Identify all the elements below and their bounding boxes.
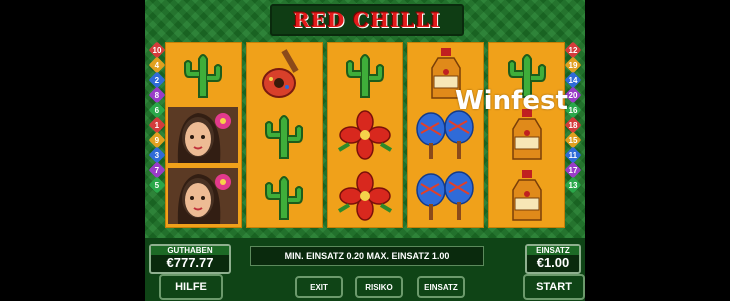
control-panel: GUTHABEN €777.77 MIN. EINSATZ 0.20 MAX. … (145, 238, 585, 301)
stake-label: EINSATZ (527, 246, 579, 255)
reel-1 (165, 42, 242, 228)
watermark: Winfest (455, 86, 568, 116)
game-title: RED CHILLI (293, 8, 441, 32)
game-stage: RED CHILLI 10 4 2 8 6 1 9 3 7 5 12 19 14 20 16 18 15 11 1… (145, 0, 585, 301)
reel-2 (245, 42, 323, 228)
maracas-icon (411, 168, 481, 224)
risk-button[interactable]: RISIKO (355, 276, 403, 298)
stake-display: EINSATZ €1.00 (525, 244, 581, 274)
flower-icon (330, 107, 400, 163)
cactus-icon (249, 107, 319, 163)
reel-5 (488, 42, 565, 228)
payline-indicators-left: 10 4 2 8 6 1 9 3 7 5 (148, 41, 166, 194)
balance-label: GUTHABEN (151, 246, 229, 255)
reel-grid (165, 42, 565, 228)
game-logo: RED CHILLI (270, 4, 464, 36)
bet-limits-info: MIN. EINSATZ 0.20 MAX. EINSATZ 1.00 (250, 246, 484, 266)
balance-display: GUTHABEN €777.77 (149, 244, 231, 274)
help-button[interactable]: HILFE (159, 274, 223, 300)
start-button[interactable]: START (523, 274, 585, 300)
cactus-icon (168, 46, 238, 102)
stake-value: €1.00 (536, 255, 570, 270)
guitar-icon (249, 46, 319, 102)
payline-indicators-right: 12 19 14 20 16 18 15 11 17 13 (564, 41, 582, 194)
exit-button[interactable]: EXIT (295, 276, 343, 298)
cactus-icon (249, 168, 319, 224)
reel-3 (326, 42, 404, 228)
woman-icon (168, 106, 239, 163)
payline-indicator: 13 (564, 176, 582, 194)
stake-button[interactable]: EINSATZ (417, 276, 465, 298)
cactus-icon (330, 46, 400, 102)
payline-indicator: 5 (148, 176, 166, 194)
woman-icon (168, 168, 239, 225)
balance-value: €777.77 (166, 255, 214, 270)
flower-icon (330, 168, 400, 224)
reel-4 (407, 42, 485, 228)
tequila-bottle-icon (492, 168, 562, 224)
